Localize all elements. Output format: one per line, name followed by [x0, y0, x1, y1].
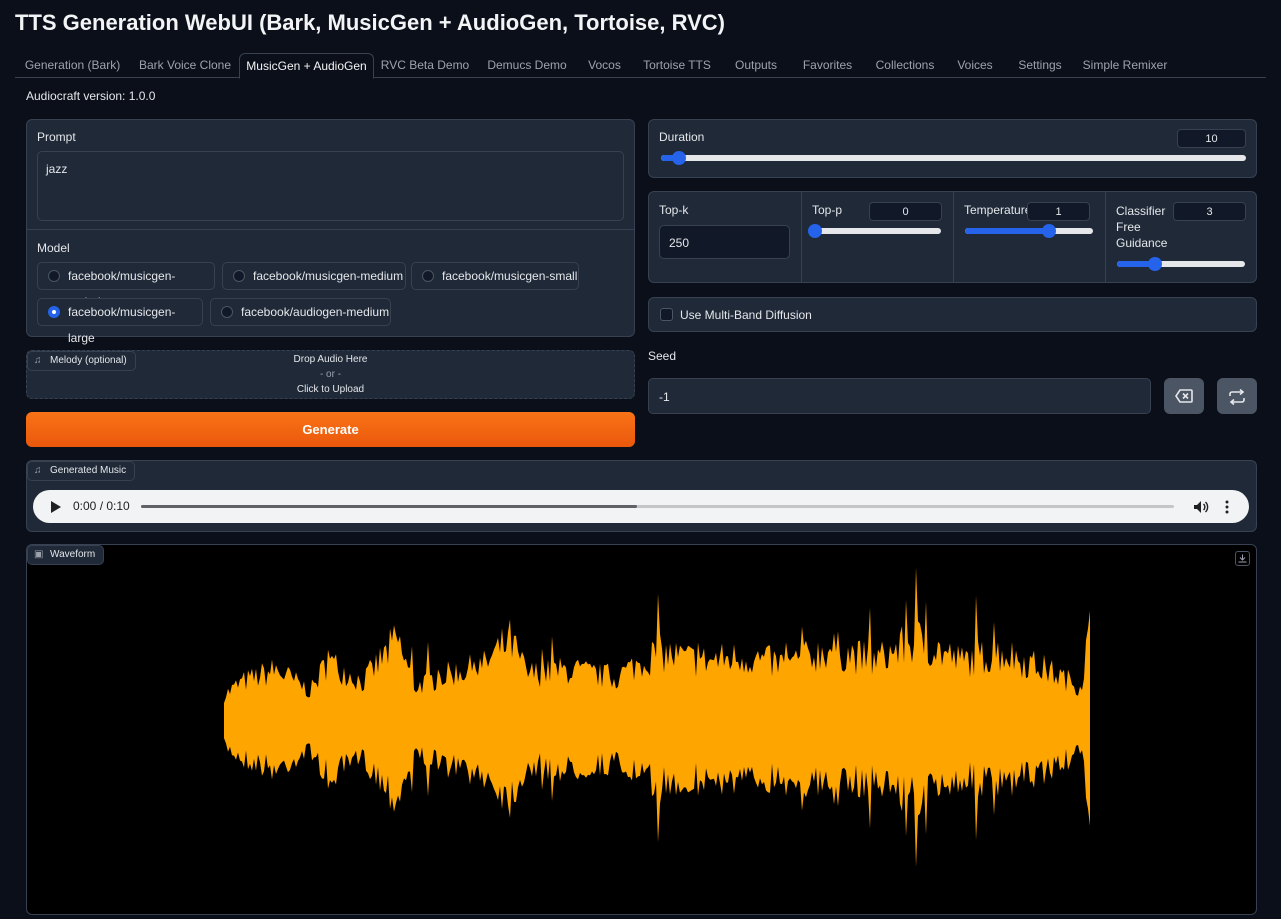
drop-audio-text: Drop Audio Here [293, 354, 368, 365]
model-label: Model [37, 241, 70, 255]
slider-thumb[interactable] [808, 224, 822, 238]
tab-generation-bark[interactable]: Generation (Bark) [15, 53, 130, 77]
cfg-slider[interactable] [1117, 257, 1245, 271]
slider-thumb[interactable] [1042, 224, 1057, 238]
duration-number-input[interactable]: 10 [1177, 129, 1246, 148]
slider-thumb[interactable] [1148, 257, 1163, 271]
cfg-label-line: Guidance [1116, 236, 1168, 250]
radio-circle [48, 306, 60, 318]
audio-time: 0:00 / 0:10 [73, 499, 130, 513]
randomize-seed-button[interactable] [1217, 378, 1257, 414]
app-title: TTS Generation WebUI (Bark, MusicGen + A… [15, 10, 726, 35]
model-option-label: facebook/audiogen-medium [241, 305, 390, 319]
model-option-label: facebook/musicgen-large [68, 305, 176, 345]
duration-slider[interactable] [661, 151, 1246, 165]
top-p-label: Top-p [812, 203, 843, 217]
tab-bar: Generation (Bark) Bark Voice Clone Music… [15, 53, 1266, 79]
tab-rvc-beta-demo[interactable]: RVC Beta Demo [375, 53, 475, 77]
slider-fill [965, 228, 1050, 234]
or-text: - or - [319, 369, 342, 380]
top-p-number-input[interactable]: 0 [869, 202, 942, 221]
duration-panel: Duration 10 [648, 119, 1257, 178]
clear-seed-button[interactable] [1164, 378, 1204, 414]
prompt-model-panel: Prompt jazz Model facebook/musicgen-melo… [26, 119, 635, 345]
waveform-panel: ▣ Waveform [26, 544, 1257, 915]
tab-voices[interactable]: Voices [950, 53, 1000, 77]
seed-input[interactable]: -1 [648, 378, 1151, 414]
click-to-upload-text: Click to Upload [296, 384, 365, 395]
slider-thumb[interactable] [671, 151, 686, 165]
model-option-label: facebook/musicgen-small [442, 269, 578, 283]
temperature-number-input[interactable]: 1 [1027, 202, 1090, 221]
generated-music-label: Generated Music [50, 465, 127, 476]
cfg-label-line: Classifier [1116, 204, 1166, 218]
tab-bark-voice-clone[interactable]: Bark Voice Clone [130, 53, 240, 77]
multiband-panel: Use Multi-Band Diffusion [648, 297, 1257, 332]
model-option-musicgen-large[interactable]: facebook/musicgen-large [37, 298, 203, 345]
prompt-label: Prompt [37, 130, 76, 144]
melody-upload-dropzone[interactable]: ♫ Melody (optional) Drop Audio Here - or… [26, 350, 635, 399]
top-k-label: Top-k [659, 203, 689, 217]
repeat-icon [1229, 389, 1245, 405]
backspace-icon [1175, 389, 1193, 403]
waveform-image [224, 567, 1090, 868]
radio-circle [221, 306, 233, 318]
tab-musicgen-audiogen[interactable]: MusicGen + AudioGen [239, 53, 374, 79]
divider [953, 192, 954, 282]
sampling-panel: Top-k 250 Top-p 0 Temperature 1 Classifi… [648, 191, 1257, 283]
multiband-checkbox[interactable] [660, 308, 673, 321]
seed-label: Seed [648, 349, 677, 363]
divider [1105, 192, 1106, 282]
temperature-label: Temperature [964, 203, 1032, 217]
model-option-label: facebook/musicgen-medium [253, 269, 404, 283]
play-icon[interactable] [50, 500, 62, 514]
audio-player[interactable]: 0:00 / 0:10 [33, 490, 1249, 523]
cfg-label: Classifier Free Guidance [1116, 203, 1167, 251]
waveform-shape [224, 567, 1090, 868]
model-option-audiogen-medium[interactable]: facebook/audiogen-medium [210, 298, 391, 326]
radio-circle [48, 270, 60, 282]
generated-music-label-tag: ♫ Generated Music [27, 461, 136, 481]
generate-button[interactable]: Generate [26, 412, 635, 447]
music-note-icon: ♫ [34, 465, 42, 476]
volume-icon[interactable] [1193, 500, 1209, 514]
prompt-input[interactable]: jazz [37, 151, 624, 221]
tab-simple-remixer[interactable]: Simple Remixer [1080, 53, 1170, 77]
cfg-number-input[interactable]: 3 [1173, 202, 1246, 221]
tab-outputs[interactable]: Outputs [726, 53, 786, 77]
top-k-input[interactable]: 250 [659, 225, 790, 259]
cfg-label-line: Free [1116, 220, 1141, 234]
duration-label: Duration [659, 130, 705, 144]
tab-settings[interactable]: Settings [1010, 53, 1070, 77]
model-option-musicgen-melody[interactable]: facebook/musicgen-melody [37, 262, 215, 309]
audio-progress-fill [141, 505, 637, 508]
tab-tortoise-tts[interactable]: Tortoise TTS [632, 53, 722, 77]
audio-progress-track[interactable] [141, 505, 1174, 508]
more-options-icon[interactable] [1225, 500, 1229, 514]
model-option-musicgen-medium[interactable]: facebook/musicgen-medium [222, 262, 406, 290]
tab-favorites[interactable]: Favorites [795, 53, 860, 77]
multiband-label: Use Multi-Band Diffusion [680, 308, 812, 322]
audiocraft-version: Audiocraft version: 1.0.0 [26, 89, 156, 103]
tab-collections[interactable]: Collections [870, 53, 940, 77]
tab-vocos[interactable]: Vocos [577, 53, 632, 77]
top-p-slider[interactable] [808, 224, 941, 238]
temperature-slider[interactable] [965, 224, 1093, 238]
model-option-musicgen-small[interactable]: facebook/musicgen-small [411, 262, 579, 290]
divider [801, 192, 802, 282]
radio-circle [233, 270, 245, 282]
tab-demucs-demo[interactable]: Demucs Demo [477, 53, 577, 77]
divider [27, 229, 634, 230]
radio-circle [422, 270, 434, 282]
